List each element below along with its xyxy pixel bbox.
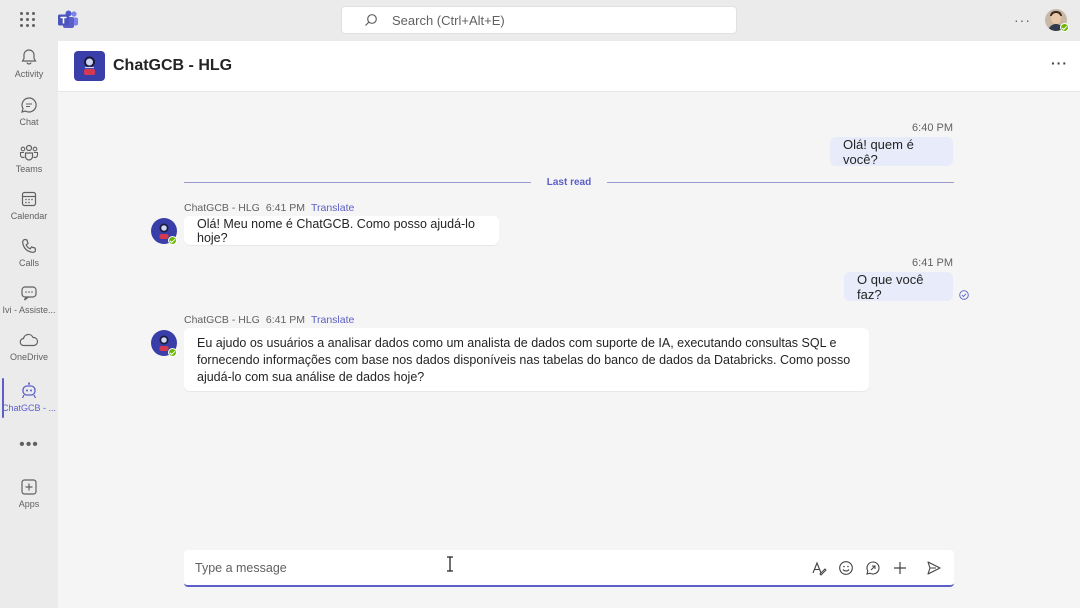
search-box[interactable] <box>341 6 737 34</box>
message-text: Olá! quem é você? <box>843 136 914 167</box>
message-composer[interactable] <box>184 550 954 587</box>
rail-label: Activity <box>14 69 44 79</box>
rail-item-onedrive[interactable]: OneDrive <box>0 331 58 375</box>
search-input[interactable] <box>392 12 712 28</box>
chat-icon <box>21 97 37 113</box>
message-timestamp: 6:41 PM <box>912 257 953 269</box>
add-app-icon <box>21 479 37 495</box>
rail-item-teams[interactable]: Teams <box>0 143 58 187</box>
message-timestamp: 6:41 PM <box>265 202 305 214</box>
message-meta: ChatGCB - HLG 6:41 PM Translate <box>184 314 354 326</box>
chat-title: ChatGCB - HLG <box>113 57 233 74</box>
rail-label: ChatGCB - ... <box>2 403 57 413</box>
more-apps-icon[interactable]: ••• <box>0 436 58 454</box>
rail-label: Chat <box>19 117 39 127</box>
message-text: O que você faz? <box>857 271 924 302</box>
loop-component-icon[interactable] <box>865 560 881 576</box>
rail-label: Calls <box>18 258 39 268</box>
rail-item-calls[interactable]: Calls <box>0 237 58 281</box>
bot-message-bubble[interactable]: Eu ajudo os usuários a analisar dados co… <box>184 328 869 391</box>
my-message-bubble[interactable]: O que você faz? <box>844 271 953 302</box>
phone-icon <box>22 238 37 253</box>
calendar-icon <box>21 191 37 207</box>
bell-icon <box>21 49 37 65</box>
rail-label: Ivi - Assiste... <box>2 305 56 315</box>
rail-label: Teams <box>15 164 43 174</box>
bot-status-icon <box>168 348 177 357</box>
my-message-bubble[interactable]: Olá! quem é você? <box>830 136 953 167</box>
chat-more-options-icon[interactable]: ··· <box>1051 55 1068 71</box>
rail-item-calendar[interactable]: Calendar <box>0 190 58 234</box>
teams-icon <box>19 144 39 161</box>
bot-logo <box>74 51 105 81</box>
format-icon[interactable] <box>811 560 827 576</box>
message-meta: ChatGCB - HLG 6:41 PM Translate <box>184 202 354 214</box>
top-bar: ··· <box>0 0 1080 41</box>
sender-name: ChatGCB - HLG <box>184 202 260 214</box>
last-read-label: Last read <box>531 177 607 189</box>
rail-label: Apps <box>18 499 40 509</box>
app-launcher-icon[interactable] <box>20 12 36 28</box>
bot-message-bubble[interactable]: Olá! Meu nome é ChatGCB. Como posso ajud… <box>184 216 499 245</box>
available-status-icon <box>1060 23 1069 32</box>
rail-label: OneDrive <box>9 352 48 362</box>
rail-item-activity[interactable]: Activity <box>0 48 58 92</box>
message-text: Eu ajudo os usuários a analisar dados co… <box>197 336 851 384</box>
chat-header: ChatGCB - HLG ··· <box>58 41 1080 92</box>
rail-item-ivi-assistant[interactable]: Ivi - Assiste... <box>0 284 58 328</box>
message-input[interactable] <box>195 561 795 575</box>
send-icon[interactable] <box>926 560 942 576</box>
app-bar: Activity Chat Teams Calendar Calls Ivi -… <box>0 41 58 608</box>
message-text: Olá! Meu nome é ChatGCB. Como posso ajud… <box>197 216 475 245</box>
teams-logo-icon <box>58 10 78 28</box>
bot-icon <box>21 382 37 399</box>
assistant-icon <box>21 286 37 301</box>
seen-receipt-icon <box>959 290 969 300</box>
translate-link[interactable]: Translate <box>311 314 354 326</box>
rail-item-chatgcb[interactable]: ChatGCB - ... <box>0 378 58 426</box>
rail-label: Calendar <box>10 211 48 221</box>
sender-name: ChatGCB - HLG <box>184 314 260 326</box>
bot-status-icon <box>168 236 177 245</box>
message-timestamp: 6:40 PM <box>912 122 953 134</box>
rail-item-chat[interactable]: Chat <box>0 96 58 140</box>
emoji-icon[interactable] <box>838 560 854 576</box>
text-cursor-icon <box>447 556 453 572</box>
rail-item-apps[interactable]: Apps <box>0 478 58 522</box>
add-attachment-icon[interactable] <box>892 560 908 576</box>
more-options-icon[interactable]: ··· <box>1014 12 1031 28</box>
translate-link[interactable]: Translate <box>311 202 354 214</box>
cloud-icon <box>19 333 39 347</box>
bot-logo-icon <box>84 56 95 75</box>
search-icon <box>365 14 377 26</box>
message-timestamp: 6:41 PM <box>265 314 305 326</box>
